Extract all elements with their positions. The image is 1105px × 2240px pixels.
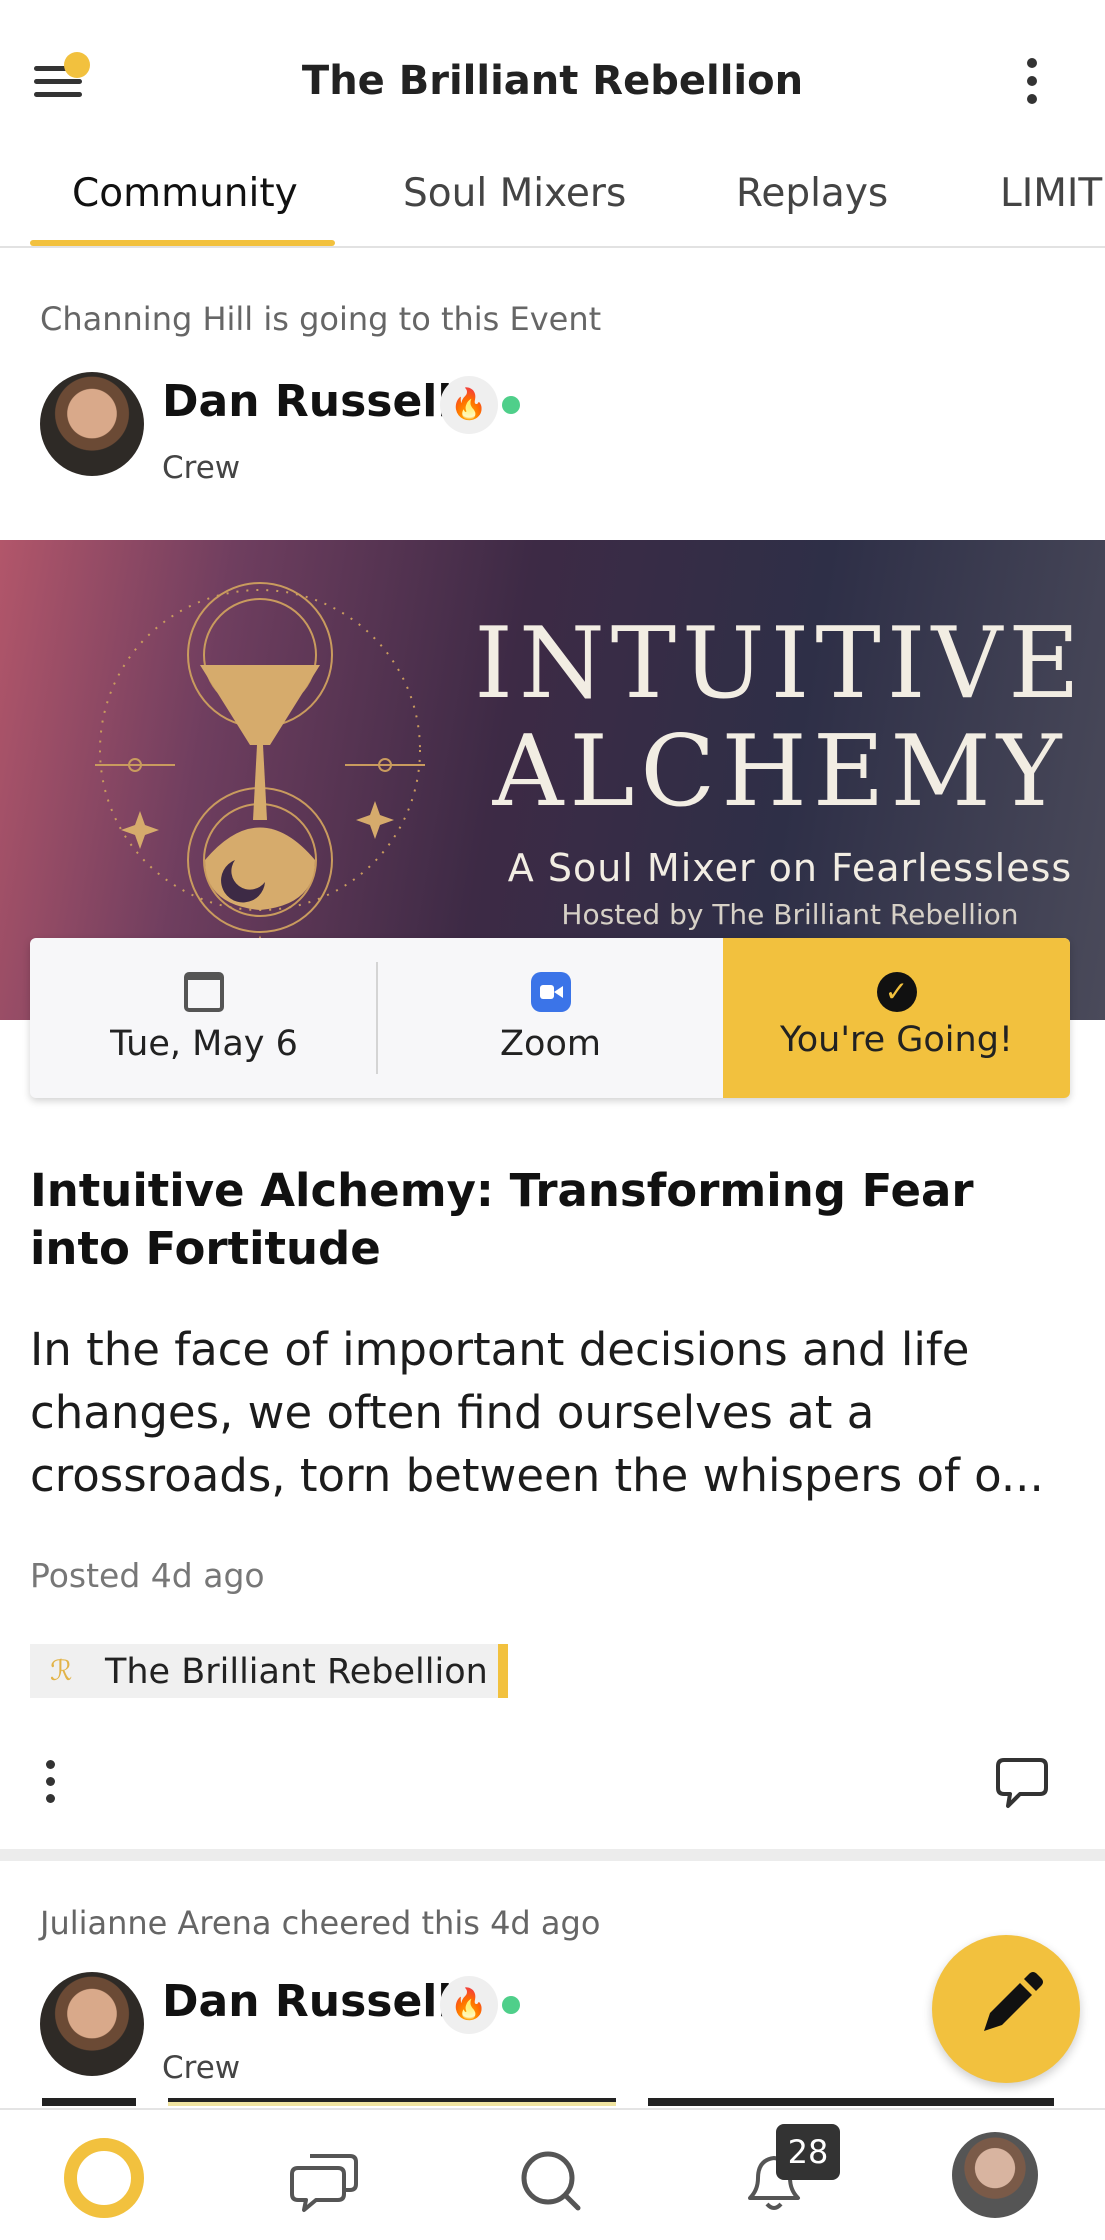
space-tag[interactable]: ℛ The Brilliant Rebellion xyxy=(30,1644,508,1698)
post-separator xyxy=(0,1849,1105,1861)
posted-time: Posted 4d ago xyxy=(30,1556,265,1595)
banner-title-line-1: INTUITIVE xyxy=(474,607,1086,721)
author-role: Crew xyxy=(162,2050,241,2086)
avatar[interactable] xyxy=(40,1972,144,2076)
post-author[interactable]: Dan Russell 🔥 Crew xyxy=(40,1972,640,2086)
post-image-preview[interactable] xyxy=(42,2098,136,2106)
notification-count-badge: 28 xyxy=(776,2124,840,2180)
calendar-icon xyxy=(184,972,224,1012)
more-vertical-icon[interactable] xyxy=(1010,58,1054,110)
banner-subtitle: A Soul Mixer on Fearlessless xyxy=(507,846,1073,890)
author-name[interactable]: Dan Russell xyxy=(162,376,452,427)
space-logo-icon: ℛ xyxy=(50,1654,73,1687)
post-body[interactable]: In the face of important decisions and l… xyxy=(30,1318,1080,1507)
bottom-nav xyxy=(0,2108,1105,2240)
tab-limit[interactable]: LIMIT xyxy=(1000,168,1102,246)
event-date[interactable]: Tue, May 6 xyxy=(30,938,378,1098)
post-author[interactable]: Dan Russell 🔥 Crew xyxy=(40,372,640,486)
tab-community[interactable]: Community xyxy=(72,168,298,246)
tab-soul-mixers[interactable]: Soul Mixers xyxy=(403,168,626,246)
author-name[interactable]: Dan Russell xyxy=(162,1976,452,2027)
rsvp-label: You're Going! xyxy=(780,1020,1013,1060)
hourglass-illustration xyxy=(95,582,425,997)
post-image-preview[interactable] xyxy=(648,2098,1054,2106)
tab-replays[interactable]: Replays xyxy=(736,168,888,246)
event-location-label: Zoom xyxy=(500,1024,601,1064)
avatar[interactable] xyxy=(40,372,144,476)
comment-icon[interactable] xyxy=(994,1756,1050,1810)
event-info-card: Tue, May 6 Zoom ✓ You're Going! xyxy=(30,938,1070,1098)
page-title: The Brilliant Rebellion xyxy=(301,58,804,104)
fire-badge-icon: 🔥 xyxy=(440,1976,498,2034)
rsvp-button[interactable]: ✓ You're Going! xyxy=(723,938,1070,1098)
online-status-dot xyxy=(502,396,520,414)
top-bar: The Brilliant Rebellion xyxy=(0,0,1105,168)
pencil-icon xyxy=(984,1972,1043,2031)
space-tag-label: The Brilliant Rebellion xyxy=(105,1652,488,1692)
chats-icon[interactable] xyxy=(280,2134,370,2224)
tab-bar: Community Soul Mixers Replays LIMIT xyxy=(0,168,1105,248)
banner-title-line-2: ALCHEMY xyxy=(492,715,1068,829)
post-image-preview[interactable] xyxy=(168,2098,616,2106)
event-location[interactable]: Zoom xyxy=(378,938,723,1098)
online-status-dot xyxy=(502,1996,520,2014)
compose-button[interactable] xyxy=(932,1935,1080,2083)
post-more-icon[interactable] xyxy=(38,1760,62,1816)
post-activity-line: Channing Hill is going to this Event xyxy=(40,300,602,338)
search-icon[interactable] xyxy=(506,2134,596,2224)
banner-title: INTUITIVE ALCHEMY xyxy=(470,610,1090,826)
active-tab-indicator xyxy=(30,240,335,246)
post-activity-line: Julianne Arena cheered this 4d ago xyxy=(40,1904,601,1942)
banner-host: Hosted by The Brilliant Rebellion xyxy=(561,898,1019,931)
post-title[interactable]: Intuitive Alchemy: Transforming Fear int… xyxy=(30,1162,1080,1278)
author-role: Crew xyxy=(162,450,241,486)
event-date-label: Tue, May 6 xyxy=(110,1024,298,1064)
profile-avatar[interactable] xyxy=(952,2132,1038,2218)
zoom-icon xyxy=(530,972,571,1012)
home-icon[interactable] xyxy=(56,2134,146,2224)
fire-badge-icon: 🔥 xyxy=(440,376,498,434)
check-circle-icon: ✓ xyxy=(876,972,917,1012)
